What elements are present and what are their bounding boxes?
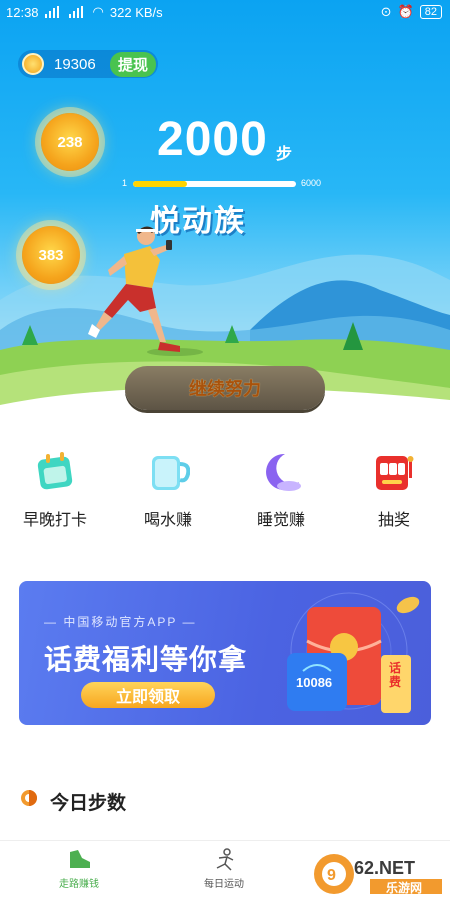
site-watermark: 9 62.NET 乐游网 — [312, 852, 442, 901]
slot-machine-icon — [372, 450, 416, 494]
section-marker-icon — [20, 789, 38, 807]
step-unit: 步 — [276, 146, 293, 163]
coin-icon — [22, 53, 44, 75]
banner-subtitle: — 中国移动官方APP — — [44, 615, 197, 629]
coin-balance: 19306 — [54, 55, 96, 73]
quick-action-label: 睡觉赚 — [256, 512, 305, 529]
network-speed: 322 KB/s — [109, 4, 163, 20]
battery-icon: 82 — [419, 5, 442, 19]
progress-max-label: 6000 — [301, 178, 322, 188]
nav-label: 每日运动 — [204, 879, 244, 890]
wifi-icon: ◠ — [92, 4, 104, 19]
step-progress-bar — [133, 181, 296, 187]
lock-icon: ⊙ — [380, 4, 392, 19]
progress-min-label: 1 — [122, 178, 128, 188]
nav-daily-exercise[interactable]: 每日运动 — [169, 848, 279, 890]
coin-bubble[interactable]: 238 — [41, 113, 99, 171]
svg-text:62.NET: 62.NET — [354, 858, 415, 878]
nav-walk-earn[interactable]: 走路赚钱 — [24, 848, 134, 890]
quick-action-label: 抽奖 — [377, 512, 410, 529]
running-icon — [216, 848, 234, 871]
coin-icon — [396, 596, 420, 614]
quick-action-label: 喝水赚 — [143, 512, 192, 529]
quick-action-lottery[interactable]: 抽奖 — [349, 450, 439, 530]
status-time: 12:38 — [6, 4, 39, 20]
moon-icon — [259, 450, 303, 494]
coin-bubble[interactable]: 383 — [22, 226, 80, 284]
step-count: 2000 — [157, 113, 268, 166]
continue-button-label: 继续努力 — [189, 379, 261, 399]
banner-title: 话费福利等你拿 — [44, 644, 248, 675]
section-title: 今日步数 — [50, 793, 127, 814]
ticket-text: 话费 — [389, 661, 402, 689]
step-progress-fill — [133, 181, 188, 187]
alarm-icon: ⏰ — [397, 4, 414, 19]
quick-action-label: 早晚打卡 — [22, 512, 87, 529]
withdraw-button[interactable]: 提现 — [109, 51, 156, 77]
watermark-text: 乐游网 — [386, 881, 423, 895]
coin-balance-pill: 19306 提现 — [18, 50, 158, 78]
claim-button[interactable]: 立即领取 — [81, 682, 215, 708]
quick-action-sleep[interactable]: 睡觉赚 — [236, 450, 326, 530]
card-number: 10086 — [296, 675, 333, 690]
quick-action-drink[interactable]: 喝水赚 — [123, 450, 213, 530]
status-bar: 12:38 ◠ 322 KB/s ⊙ ⏰ 82 — [0, 0, 450, 24]
brand-title: 悦动族 — [150, 205, 246, 238]
calendar-icon — [33, 450, 77, 494]
nav-label: 走路赚钱 — [59, 879, 99, 890]
cup-icon — [146, 450, 191, 494]
shoe-icon — [70, 850, 90, 868]
svg-text:9: 9 — [327, 867, 336, 884]
continue-button[interactable]: 继续努力 — [125, 366, 325, 410]
signal-icon — [68, 6, 87, 18]
signal-icon — [44, 6, 63, 18]
quick-action-checkin[interactable]: 早晚打卡 — [10, 450, 100, 530]
